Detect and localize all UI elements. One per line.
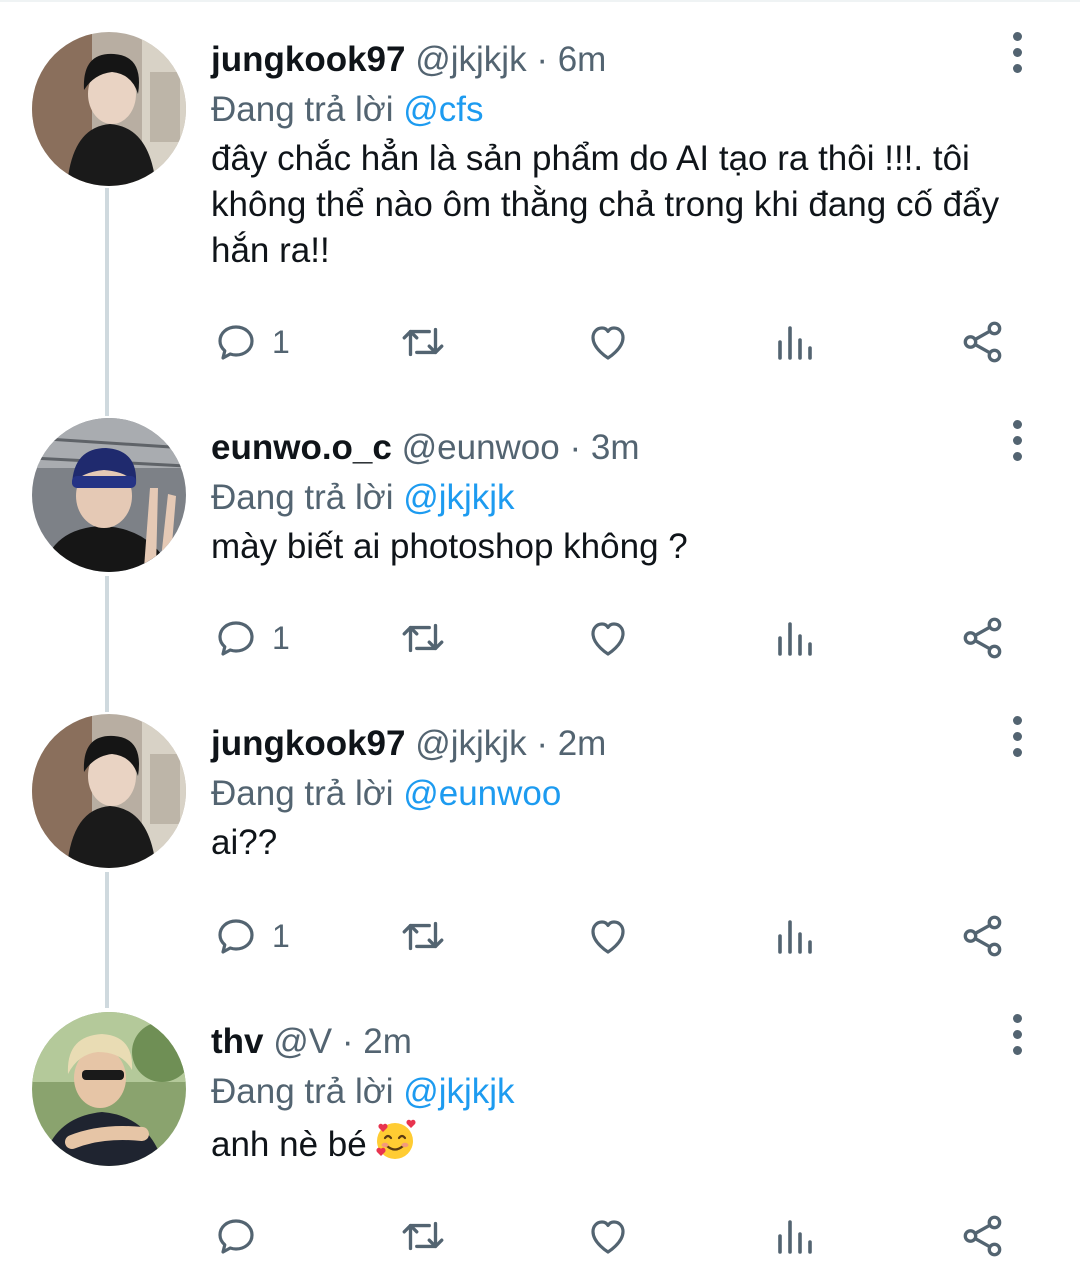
reply-button[interactable]: 1 <box>212 312 290 372</box>
share-button[interactable] <box>958 312 1008 372</box>
replying-to: Đang trả lời @eunwoo <box>211 770 561 818</box>
mention-link[interactable]: @eunwoo <box>403 774 561 813</box>
share-button[interactable] <box>958 1206 1008 1266</box>
retweet-icon <box>402 327 444 357</box>
share-icon <box>963 1215 1002 1257</box>
separator: · <box>569 428 582 467</box>
avatar[interactable] <box>32 1012 186 1166</box>
heart-icon <box>591 622 625 656</box>
views-icon <box>778 1220 812 1254</box>
avatar[interactable] <box>32 714 186 868</box>
retweet-icon <box>402 623 444 653</box>
mention-link[interactable]: @jkjkjk <box>403 478 514 517</box>
retweet-button[interactable] <box>398 312 448 372</box>
heart-icon <box>591 326 625 360</box>
share-icon <box>963 617 1002 659</box>
replying-to: Đang trả lời @jkjkjk <box>211 474 515 522</box>
tweet-header: eunwo.o_c @eunwoo · 3m <box>211 424 640 472</box>
like-button[interactable] <box>584 608 632 668</box>
top-divider <box>0 0 1080 2</box>
handle[interactable]: @jkjkjk <box>415 40 526 79</box>
heart-icon <box>591 1220 625 1254</box>
thread-line <box>105 188 109 416</box>
tweet-header: jungkook97 @jkjkjk · 6m <box>211 36 606 84</box>
reply-button[interactable] <box>212 1206 272 1266</box>
replying-prefix: Đang trả lời <box>211 774 394 813</box>
share-icon <box>963 321 1002 363</box>
like-button[interactable] <box>584 312 632 372</box>
more-vertical-icon[interactable] <box>1000 706 1034 766</box>
reply-count: 1 <box>272 917 290 954</box>
heart-icon <box>591 920 625 954</box>
timestamp[interactable]: 3m <box>591 428 640 467</box>
retweet-icon <box>402 1221 444 1251</box>
separator: · <box>536 40 548 79</box>
timestamp[interactable]: 2m <box>558 724 607 763</box>
tweet-text: anh nè bé <box>211 1125 367 1164</box>
views-button[interactable] <box>772 608 820 668</box>
reply-count: 1 <box>272 323 290 360</box>
views-button[interactable] <box>772 312 820 372</box>
more-vertical-icon[interactable] <box>1000 1004 1034 1064</box>
avatar[interactable] <box>32 32 186 186</box>
share-button[interactable] <box>958 906 1008 966</box>
tweet-header: thv @V · 2m <box>211 1018 412 1066</box>
smiling-face-with-hearts-emoji-icon <box>373 1118 417 1174</box>
tweet-text: mày biết ai photoshop không ? <box>211 527 688 566</box>
retweet-button[interactable] <box>398 1206 448 1266</box>
reply-icon <box>218 919 254 954</box>
share-button[interactable] <box>958 608 1008 668</box>
separator: · <box>536 724 548 763</box>
mention-link[interactable]: @jkjkjk <box>403 1072 514 1111</box>
views-icon <box>778 622 812 656</box>
display-name[interactable]: eunwo.o_c <box>211 428 392 467</box>
reply-button[interactable]: 1 <box>212 906 290 966</box>
handle[interactable]: @V <box>273 1022 332 1061</box>
views-icon <box>778 326 812 360</box>
views-button[interactable] <box>772 1206 820 1266</box>
replying-to: Đang trả lời @jkjkjk <box>211 1068 515 1116</box>
mention-link[interactable]: @cfs <box>403 90 483 129</box>
separator: · <box>341 1022 354 1061</box>
more-vertical-icon[interactable] <box>1000 22 1034 82</box>
timestamp[interactable]: 6m <box>558 40 607 79</box>
reply-icon <box>218 325 254 360</box>
replying-prefix: Đang trả lời <box>211 90 394 129</box>
replying-to: Đang trả lời @cfs <box>211 86 483 134</box>
like-button[interactable] <box>584 906 632 966</box>
display-name[interactable]: jungkook97 <box>211 724 405 763</box>
retweet-icon <box>402 921 444 951</box>
more-vertical-icon[interactable] <box>1000 410 1034 470</box>
views-icon <box>778 920 812 954</box>
reply-button[interactable]: 1 <box>212 608 290 668</box>
avatar[interactable] <box>32 418 186 572</box>
replying-prefix: Đang trả lời <box>211 478 394 517</box>
tweet-header: jungkook97 @jkjkjk · 2m <box>211 720 606 768</box>
tweet-text: ai?? <box>211 823 278 862</box>
retweet-button[interactable] <box>398 608 448 668</box>
replying-prefix: Đang trả lời <box>211 1072 394 1111</box>
display-name[interactable]: thv <box>211 1022 264 1061</box>
reply-icon <box>218 621 254 656</box>
tweet-actions: 1 <box>0 312 1080 372</box>
share-icon <box>963 915 1002 957</box>
tweet-actions: 1 <box>0 608 1080 668</box>
tweet-text-container: anh nè bé <box>211 1118 1041 1174</box>
reply-icon <box>218 1219 254 1254</box>
tweet-actions <box>0 1206 1080 1266</box>
views-button[interactable] <box>772 906 820 966</box>
retweet-button[interactable] <box>398 906 448 966</box>
display-name[interactable]: jungkook97 <box>211 40 405 79</box>
handle[interactable]: @eunwoo <box>402 428 560 467</box>
handle[interactable]: @jkjkjk <box>415 724 526 763</box>
tweet-text: đây chắc hẳn là sản phẩm do AI tạo ra th… <box>211 139 1000 270</box>
tweet-actions: 1 <box>0 906 1080 966</box>
timestamp[interactable]: 2m <box>363 1022 412 1061</box>
reply-count: 1 <box>272 619 290 656</box>
like-button[interactable] <box>584 1206 632 1266</box>
